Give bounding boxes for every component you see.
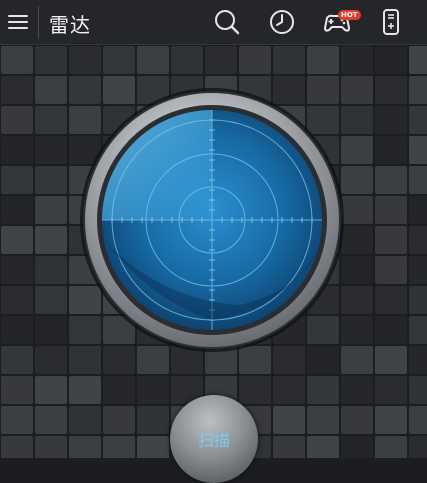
radar-display	[80, 88, 344, 352]
scan-button[interactable]: 扫描	[170, 395, 258, 483]
scan-button-label: 扫描	[197, 431, 230, 450]
radar-sweep	[102, 110, 212, 220]
